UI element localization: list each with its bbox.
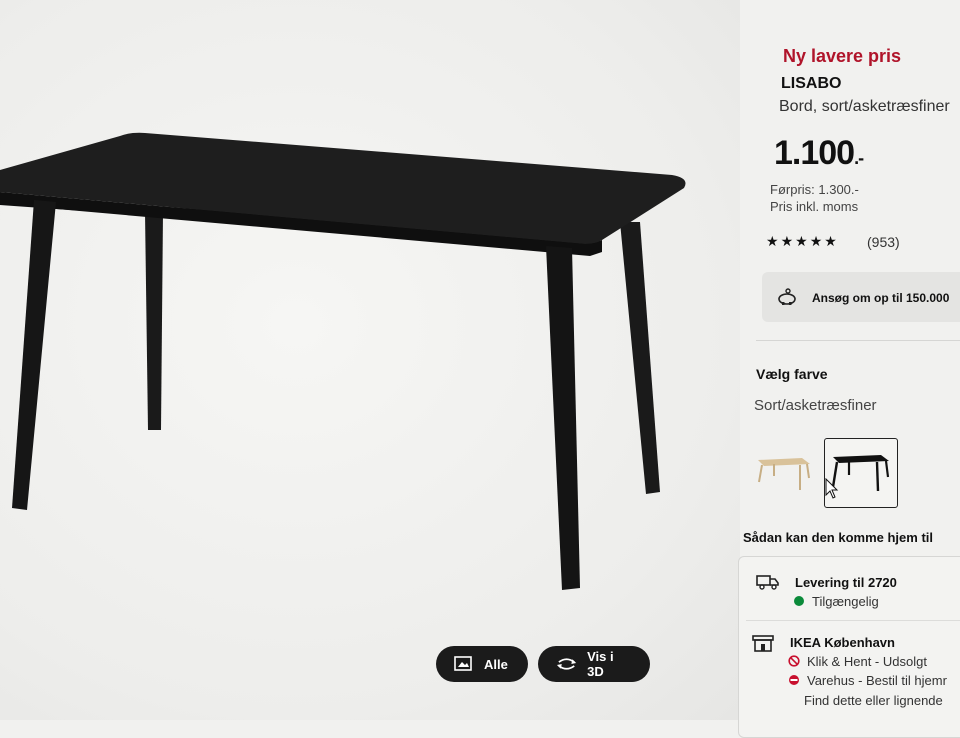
half-star-icon: ★ [824,233,839,249]
rotate-3d-icon [556,658,577,670]
product-description: Bord, sort/asketræsfiner [779,98,950,115]
store-title[interactable]: IKEA København [790,635,895,650]
click-collect-status: Klik & Hent - Udsolgt [807,654,927,669]
product-image-area: Alle Vis i 3D [0,0,740,720]
gallery-all-label: Alle [484,656,508,672]
sold-out-icon [788,655,800,667]
choose-color-heading: Vælg farve [756,366,828,382]
store-icon [752,635,774,652]
delivery-heading: Sådan kan den komme hjem til [743,530,933,545]
gallery-icon [454,656,472,671]
gallery-all-button[interactable]: Alle [436,646,528,682]
price-value: 1.100 [774,134,855,172]
view-3d-button[interactable]: Vis i 3D [538,646,650,682]
rating-stars[interactable]: ★★★★★ [766,233,839,250]
home-delivery-title[interactable]: Levering til 2720 [795,575,897,590]
star-icon: ★ [766,233,781,249]
warehouse-status: Varehus - Bestil til hjemr [807,673,947,688]
product-info-panel: Ny lavere pris LISABO Bord, sort/asketræ… [738,0,960,738]
truck-icon [756,575,779,590]
rating-count[interactable]: (953) [867,234,900,250]
home-delivery-status: Tilgængelig [812,594,879,609]
limited-stock-icon [789,675,799,685]
product-price: 1.100.- [774,134,864,173]
divider [756,340,960,341]
color-option-ash[interactable] [752,442,816,506]
table-product-image[interactable] [0,0,740,720]
star-icon: ★ [809,233,825,249]
mouse-cursor-icon [825,478,839,499]
new-lower-price-badge: Ny lavere pris [783,46,902,66]
piggy-bank-icon [778,288,796,305]
previous-price: Førpris: 1.300.- [770,182,859,197]
finance-text: Ansøg om op til 150.000 [812,291,950,305]
price-suffix: .- [854,148,864,168]
star-icon: ★ [795,233,810,249]
find-similar-link[interactable]: Find dette eller lignende [804,693,943,708]
vat-note: Pris inkl. moms [770,199,859,214]
table-ash-thumbnail-icon [758,458,810,490]
divider [746,620,960,621]
view-3d-label: Vis i 3D [587,649,614,679]
star-icon: ★ [780,233,796,249]
selected-color-label: Sort/asketræsfiner [754,397,877,414]
product-name: LISABO [781,75,842,92]
available-status-dot [794,596,804,606]
finance-banner[interactable]: Ansøg om op til 150.000 [762,272,960,322]
